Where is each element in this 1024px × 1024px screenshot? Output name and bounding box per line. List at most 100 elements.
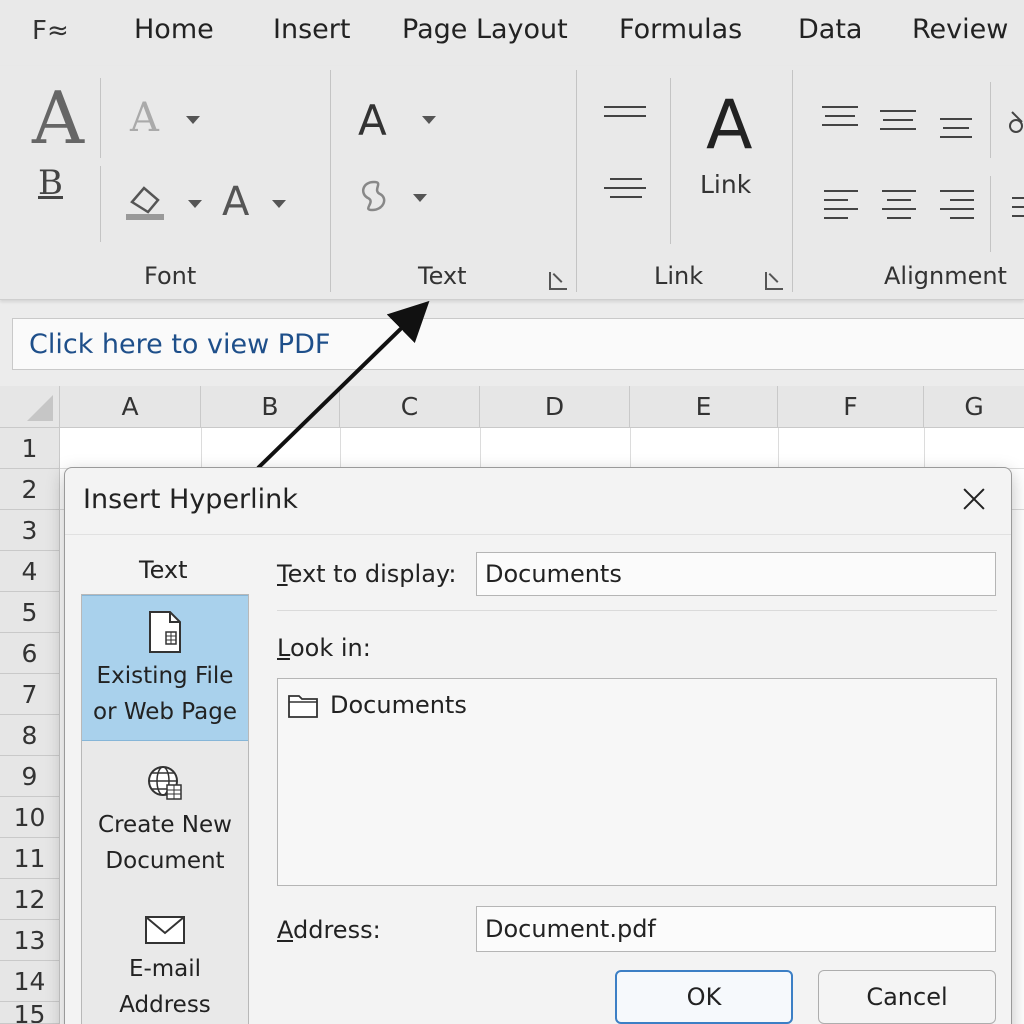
chevron-down-icon[interactable] — [413, 194, 427, 202]
row-header-10[interactable]: 10 — [0, 797, 60, 838]
font-shrink-icon[interactable]: A — [130, 98, 159, 138]
group-label-font: Font — [144, 262, 197, 290]
separator — [100, 78, 101, 158]
close-button[interactable] — [957, 482, 991, 516]
link-to-existing-file[interactable]: Existing File or Web Page — [82, 595, 248, 741]
row-header-6[interactable]: 6 — [0, 633, 60, 674]
folder-name: Documents — [330, 691, 467, 719]
separator — [576, 70, 577, 292]
row-header-14[interactable]: 14 — [0, 961, 60, 1002]
indent-icon[interactable] — [1010, 192, 1024, 222]
tab-home[interactable]: Home — [134, 14, 214, 45]
row-header-1[interactable]: 1 — [0, 428, 60, 469]
row-header-9[interactable]: 9 — [0, 756, 60, 797]
insert-hyperlink-dialog: Insert Hyperlink Text Existing File or W… — [64, 467, 1012, 1024]
chevron-down-icon[interactable] — [272, 200, 286, 208]
tab-page-layout[interactable]: Page Layout — [402, 14, 568, 45]
separator — [792, 70, 793, 292]
row-header-3[interactable]: 3 — [0, 510, 60, 551]
row-header-4[interactable]: 4 — [0, 551, 60, 592]
link-to-panel: Existing File or Web Page Create New Doc… — [81, 594, 249, 1024]
orientation-icon[interactable] — [1006, 106, 1024, 136]
tab-review[interactable]: Review — [912, 14, 1008, 45]
align-center-icon[interactable] — [882, 190, 916, 219]
tab-insert[interactable]: Insert — [273, 14, 350, 45]
row-header-11[interactable]: 11 — [0, 838, 60, 879]
row-header-2[interactable]: 2 — [0, 469, 60, 510]
chevron-down-icon[interactable] — [188, 200, 202, 208]
align-middle-icon[interactable] — [880, 110, 916, 130]
cancel-button[interactable]: Cancel — [818, 970, 996, 1024]
column-header-d[interactable]: D — [480, 386, 630, 428]
text-to-display-label: Text to display: — [277, 560, 457, 588]
align-top-icon[interactable] — [822, 106, 858, 126]
row-header-13[interactable]: 13 — [0, 920, 60, 961]
fill-color-icon[interactable] — [124, 178, 168, 222]
column-header-f[interactable]: F — [778, 386, 924, 428]
ok-button[interactable]: OK — [615, 970, 793, 1024]
dialog-title: Insert Hyperlink — [83, 484, 298, 515]
look-in-label: Look in: — [277, 634, 371, 662]
text-effects-icon[interactable] — [354, 176, 394, 216]
align-bottom-icon[interactable] — [940, 118, 972, 138]
row-header-12[interactable]: 12 — [0, 879, 60, 920]
row-header-7[interactable]: 7 — [0, 674, 60, 715]
new-document-globe-icon — [148, 766, 182, 800]
link-to-label: Text — [139, 556, 188, 584]
link-to-create-new-document[interactable]: Create New Document — [82, 753, 248, 893]
group-label-alignment: Alignment — [884, 262, 1007, 290]
separator — [330, 70, 331, 292]
folder-item-documents[interactable]: Documents — [288, 691, 467, 719]
link-button-label[interactable]: Link — [700, 170, 751, 199]
document-icon — [149, 611, 181, 653]
separator — [277, 610, 997, 611]
bold-icon[interactable]: B — [38, 166, 63, 200]
column-header-a[interactable]: A — [60, 386, 201, 428]
address-label: Address: — [277, 916, 381, 944]
folder-icon — [288, 695, 318, 718]
envelope-icon — [145, 916, 185, 944]
link-to-item-line: Existing File — [96, 663, 234, 689]
separator — [65, 534, 1011, 535]
ribbon: A B A A Font A Text A Link Link Alignmen… — [0, 66, 1024, 300]
separator — [100, 166, 101, 242]
chevron-down-icon[interactable] — [186, 116, 200, 124]
link-to-item-line: Create New — [98, 812, 232, 838]
row-header-15[interactable]: 15 — [0, 1002, 60, 1024]
formula-bar[interactable]: Click here to view PDF — [12, 318, 1024, 370]
separator — [990, 82, 991, 158]
align-lines-icon[interactable] — [604, 106, 646, 117]
link-to-item-line: Address — [119, 992, 211, 1018]
select-all-corner[interactable] — [0, 386, 60, 428]
align-center-lines-icon[interactable] — [604, 178, 646, 198]
group-label-link: Link — [654, 262, 704, 290]
row-header-8[interactable]: 8 — [0, 715, 60, 756]
file-browser-list[interactable]: Documents — [277, 678, 997, 886]
align-right-icon[interactable] — [940, 190, 974, 219]
tab-formulas[interactable]: Formulas — [619, 14, 742, 45]
text-style-icon[interactable]: A — [358, 100, 387, 142]
link-to-item-line: or Web Page — [93, 699, 237, 725]
font-color-icon[interactable]: A — [222, 182, 249, 222]
tab-data[interactable]: Data — [798, 14, 862, 45]
chevron-down-icon[interactable] — [422, 116, 436, 124]
ribbon-tabs: F≈ Home Insert Page Layout Formulas Data… — [0, 0, 1024, 66]
separator — [990, 176, 991, 252]
text-to-display-input[interactable] — [476, 552, 996, 596]
link-to-email-address[interactable]: E-mail Address — [82, 903, 248, 1024]
app-icon[interactable]: F≈ — [32, 16, 69, 46]
align-left-icon[interactable] — [824, 190, 858, 219]
dialog-launcher-icon[interactable] — [549, 272, 567, 290]
link-to-item-line: E-mail — [128, 956, 202, 982]
column-header-e[interactable]: E — [630, 386, 778, 428]
group-label-text: Text — [418, 262, 467, 290]
row-header-5[interactable]: 5 — [0, 592, 60, 633]
column-header-c[interactable]: C — [340, 386, 480, 428]
font-size-large-icon[interactable]: A — [32, 82, 84, 154]
dialog-launcher-icon[interactable] — [765, 272, 783, 290]
column-header-g[interactable]: G — [924, 386, 1024, 428]
address-input[interactable] — [476, 906, 996, 952]
column-header-b[interactable]: B — [201, 386, 340, 428]
link-icon[interactable]: A — [706, 92, 753, 160]
hyperlink-cell-text[interactable]: Click here to view PDF — [29, 329, 330, 360]
